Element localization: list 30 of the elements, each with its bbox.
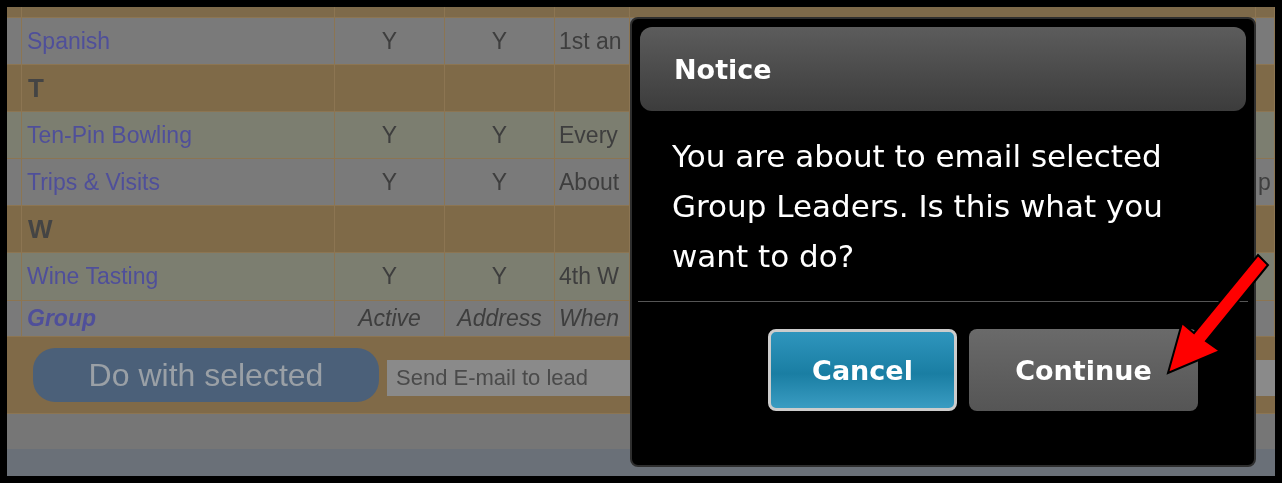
table-cell: Y: [335, 18, 445, 65]
letter-heading: T: [22, 65, 335, 112]
table-cell: [1256, 65, 1275, 112]
table-cell: p: [1256, 159, 1275, 206]
table-cell: [7, 7, 22, 18]
dialog-message: You are about to email selected Group Leaders. Is this what you want to do?: [672, 137, 1164, 276]
table-cell: Y: [335, 112, 445, 159]
column-header: Active: [335, 301, 445, 337]
table-cell: Y: [445, 159, 555, 206]
table-cell: Y: [445, 112, 555, 159]
column-header: Address: [445, 301, 555, 337]
table-cell: 1st an: [555, 18, 630, 65]
cancel-button[interactable]: Cancel: [768, 329, 957, 411]
table-cell: 4th W: [555, 253, 630, 301]
letter-heading: W: [22, 206, 335, 253]
table-cell: [1256, 112, 1275, 159]
table-cell: [7, 206, 22, 253]
table-cell: Y: [335, 159, 445, 206]
table-cell: [1256, 7, 1275, 18]
table-cell: Every: [555, 112, 630, 159]
table-cell: About: [555, 159, 630, 206]
table-cell: [7, 65, 22, 112]
table-cell: Y: [445, 253, 555, 301]
table-cell: Y: [335, 253, 445, 301]
do-with-selected-button[interactable]: Do with selected: [33, 348, 379, 402]
column-header: When: [555, 301, 630, 337]
dialog-title: Notice: [674, 53, 772, 85]
continue-button[interactable]: Continue: [969, 329, 1198, 411]
table-cell: [1256, 206, 1275, 253]
table-cell: Y: [445, 18, 555, 65]
